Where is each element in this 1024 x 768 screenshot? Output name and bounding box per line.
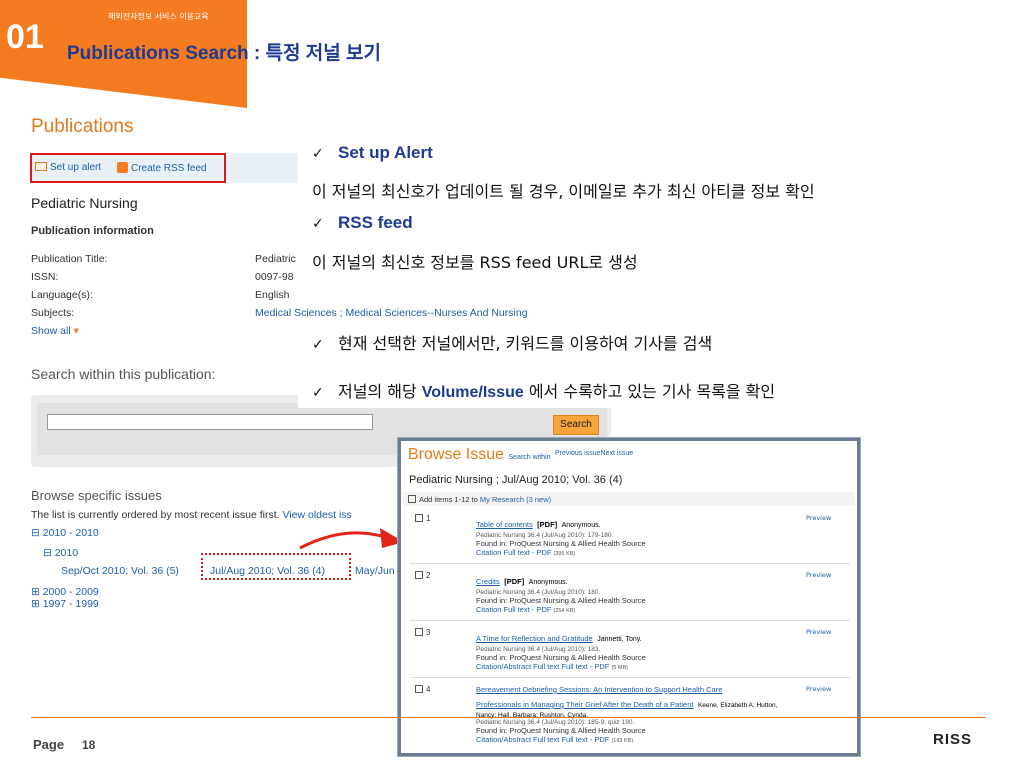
article-item: 3	[415, 628, 430, 637]
item-checkbox[interactable]	[415, 628, 423, 636]
annotation-alert-title: ✓ Set up Alert	[312, 143, 433, 162]
preview-link[interactable]: Preview	[806, 628, 831, 636]
search-within-link[interactable]: Search within	[509, 454, 551, 461]
field-label: Subjects:	[31, 307, 75, 319]
article-details: Credits [PDF] Anonymous. Pediatric Nursi…	[476, 577, 646, 614]
article-links[interactable]: Citation Full text - PDF (254 KB)	[476, 605, 646, 614]
article-title-link[interactable]: A Time for Reflection and Gratitude	[476, 634, 593, 643]
page-title: Publications Search : 특정 저널 보기	[67, 43, 381, 64]
article-links[interactable]: Citation Full text - PDF (395 KB)	[476, 548, 646, 557]
check-icon: ✓	[312, 385, 324, 401]
section-subtitle: 해외전자정보 서비스 이용교육	[108, 12, 209, 21]
chevron-down-icon: ▾	[73, 325, 79, 337]
subjects-link[interactable]: Medical Sciences ; Medical Sciences--Nur…	[255, 307, 528, 319]
article-title-link[interactable]: Professionals in Managing Their Grief Af…	[476, 700, 693, 709]
popup-journal-title: Pediatric Nursing ; Jul/Aug 2010; Vol. 3…	[409, 474, 623, 486]
article-item: 2	[415, 571, 430, 580]
article-title-link[interactable]: Table of contents	[476, 520, 533, 529]
divider	[410, 620, 850, 621]
page-label: Page	[33, 737, 65, 752]
article-title-link[interactable]: Credits	[476, 577, 500, 586]
my-research-link[interactable]: My Research (3 new)	[480, 495, 551, 504]
article-details: Bereavement Debriefing Sessions: An Inte…	[476, 685, 778, 744]
preview-link[interactable]: Preview	[806, 685, 831, 693]
issue-link[interactable]: Sep/Oct 2010; Vol. 36 (5)	[61, 565, 179, 577]
divider	[410, 563, 850, 564]
annotation-search-text: ✓ 현재 선택한 저널에서만, 키워드를 이용하여 기사를 검색	[312, 334, 713, 353]
article-links[interactable]: Citation/Abstract Full text Full text - …	[476, 662, 646, 671]
browse-issue-heading: Browse Issue Search within Previous issu…	[408, 446, 634, 463]
publication-info-heading: Publication information	[31, 225, 154, 237]
annotation-alert-text: 이 저널의 최신호가 업데이트 될 경우, 이메일로 추가 최신 아티클 정보 …	[312, 182, 815, 201]
search-button[interactable]: Search	[553, 415, 599, 435]
item-checkbox[interactable]	[415, 571, 423, 579]
check-icon: ✓	[312, 337, 324, 353]
article-title-link[interactable]: Bereavement Debriefing Sessions: An Inte…	[476, 685, 777, 694]
search-input[interactable]	[47, 414, 373, 430]
field-value: Pediatric	[255, 253, 296, 265]
browse-order-text: The list is currently ordered by most re…	[31, 509, 352, 521]
add-items-row: Add items 1-12 to My Research (3 new)	[408, 495, 551, 504]
publications-heading: Publications	[31, 116, 134, 137]
prev-next-issue-links[interactable]: Previous issueNext issue	[555, 450, 633, 457]
annotation-browse-text: ✓ 저널의 해당 Volume/Issue 에서 수록하고 있는 기사 목록을 확…	[312, 382, 776, 401]
article-item: 1	[415, 514, 430, 523]
riss-logo: RISS	[933, 731, 973, 748]
preview-link[interactable]: Preview	[806, 571, 831, 579]
article-details: Table of contents [PDF] Anonymous. Pedia…	[476, 520, 646, 557]
footer-divider	[31, 717, 986, 718]
tree-range-2000[interactable]: ⊞ 2000 - 2009	[31, 586, 99, 598]
item-checkbox[interactable]	[415, 685, 423, 693]
preview-link[interactable]: Preview	[806, 514, 831, 522]
check-icon: ✓	[312, 146, 324, 162]
show-all-link[interactable]: Show all ▾	[31, 325, 79, 337]
section-number: 01	[6, 18, 44, 56]
journal-title: Pediatric Nursing	[31, 195, 138, 211]
article-item: 4	[415, 685, 430, 694]
article-links[interactable]: Citation/Abstract Full text Full text - …	[476, 735, 777, 744]
field-label: Publication Title:	[31, 253, 108, 265]
divider	[410, 677, 850, 678]
annotation-rss-text: 이 저널의 최신호 정보를 RSS feed URL로 생성	[312, 253, 638, 272]
item-checkbox[interactable]	[415, 514, 423, 522]
issue-link[interactable]: May/Jun	[355, 565, 395, 577]
tree-range-2010[interactable]: ⊟ 2010 - 2010	[31, 527, 99, 539]
highlight-box-toolbar	[30, 153, 226, 183]
field-value: English	[255, 289, 290, 301]
field-label: Language(s):	[31, 289, 93, 301]
check-icon: ✓	[312, 216, 324, 232]
browse-issues-heading: Browse specific issues	[31, 488, 162, 503]
view-oldest-link[interactable]: View oldest iss	[283, 509, 352, 521]
article-details: A Time for Reflection and Gratitude Jann…	[476, 634, 646, 671]
arrow-icon	[299, 528, 404, 550]
field-value: 0097-98	[255, 271, 294, 283]
tree-year-2010[interactable]: ⊟ 2010	[43, 547, 78, 559]
select-all-checkbox[interactable]	[408, 495, 416, 503]
tree-range-1997[interactable]: ⊞ 1997 - 1999	[31, 598, 99, 610]
search-within-heading: Search within this publication:	[31, 366, 216, 382]
annotation-rss-title: ✓ RSS feed	[312, 213, 413, 232]
page-number: 18	[82, 738, 96, 752]
field-label: ISSN:	[31, 271, 59, 283]
